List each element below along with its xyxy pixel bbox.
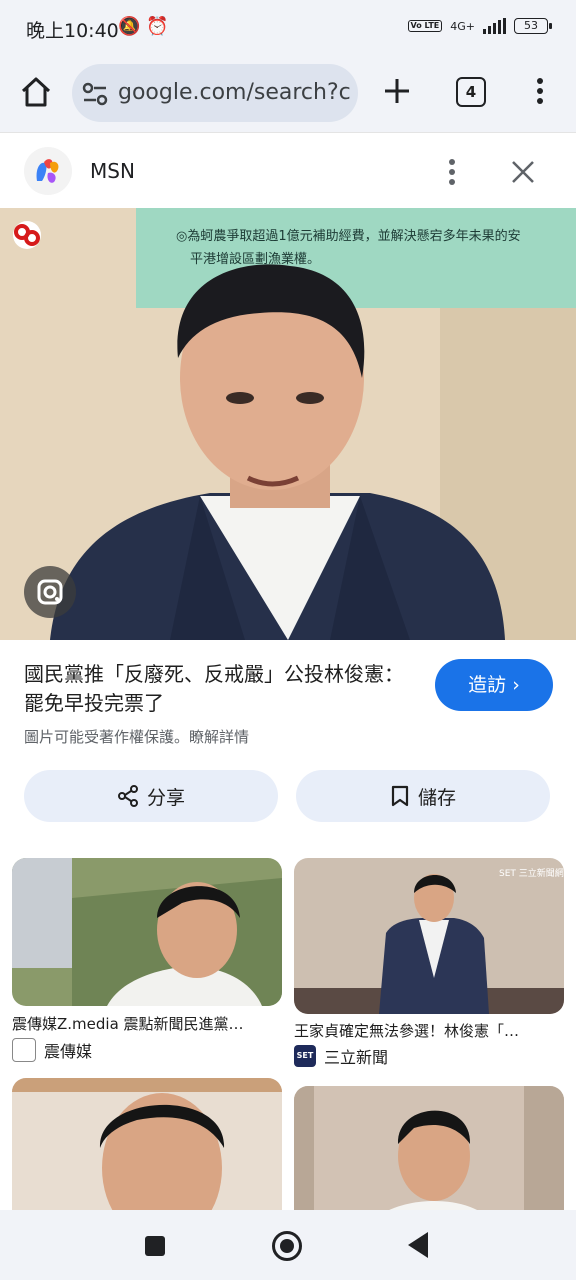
related-image-4[interactable] [294, 1086, 564, 1228]
learn-more-link[interactable]: 瞭解詳情 [189, 728, 249, 746]
related-photo-4 [294, 1086, 564, 1228]
related-photo-1 [12, 858, 282, 1006]
visit-button[interactable]: 造訪 › [435, 659, 553, 711]
tab-switcher-button[interactable]: 4 [456, 77, 486, 107]
system-nav-bar [0, 1210, 576, 1280]
related-source-2[interactable]: SET 三立新聞 [294, 1044, 388, 1068]
image-title[interactable]: 國民黨推「反廢死、反戒嚴」公投林俊憲：罷免早投完票了 [24, 660, 420, 718]
image-panel-header: MSN [0, 132, 576, 209]
related-caption-2[interactable]: 王家貞確定無法參選！林俊憲「… [294, 1020, 564, 1041]
url-text[interactable]: google.com/search?c [118, 80, 350, 105]
home-nav-icon[interactable] [272, 1231, 302, 1261]
zmedia-logo-icon [12, 1038, 36, 1062]
main-photo: ◎為蚵農爭取超過1億元補助經費，並解決懸宕多年未果的安 平港增設區劃漁業權。 [0, 208, 576, 640]
close-icon[interactable] [510, 159, 536, 185]
back-icon[interactable] [408, 1232, 428, 1258]
save-button[interactable]: 儲存 [296, 770, 550, 822]
share-button[interactable]: 分享 [24, 770, 278, 822]
volte-icon: Vo LTE [407, 20, 443, 32]
copyright-text: 圖片可能受著作權保護。 [24, 728, 190, 746]
related-photo-2: SET 三立新聞網 [294, 858, 564, 1014]
copyright-notice: 圖片可能受著作權保護。瞭解詳情 [24, 726, 249, 747]
share-label: 分享 [146, 786, 185, 809]
source-name[interactable]: MSN [90, 159, 135, 183]
related-source-name-2: 三立新聞 [324, 1048, 389, 1067]
share-icon [117, 785, 138, 807]
new-tab-icon[interactable] [382, 76, 412, 106]
msn-logo-icon [24, 147, 72, 195]
battery-icon: 53 [514, 18, 552, 34]
related-source-1[interactable]: 震傳媒 [12, 1038, 92, 1062]
browser-toolbar: google.com/search?c 4 [0, 58, 576, 132]
status-time: 晚上10:40 [26, 20, 119, 42]
status-indicators: Vo LTE 4G+ 53 [407, 18, 552, 34]
save-label: 儲存 [417, 786, 456, 809]
home-icon[interactable] [18, 74, 54, 110]
lens-icon [37, 579, 63, 605]
set-watermark: SET 三立新聞網 [499, 867, 564, 879]
google-lens-button[interactable] [24, 566, 76, 618]
whiteboard-text-1: ◎為蚵農爭取超過1億元補助經費，並解決懸宕多年未果的安 [176, 228, 521, 244]
more-options-icon[interactable] [442, 157, 462, 187]
recents-icon[interactable] [145, 1236, 165, 1256]
main-image[interactable]: ◎為蚵農爭取超過1億元補助經費，並解決懸宕多年未果的安 平港增設區劃漁業權。 [0, 208, 576, 640]
site-settings-icon[interactable] [82, 82, 108, 106]
mute-alarm-icons: 🔕 ⏰ [118, 16, 169, 37]
related-image-2[interactable]: SET 三立新聞網 [294, 858, 564, 1014]
address-bar[interactable]: google.com/search?c [72, 64, 358, 122]
whiteboard-text-2: 平港增設區劃漁業權。 [190, 251, 320, 267]
bookmark-icon [391, 785, 409, 807]
status-bar: 晚上10:40 🔕 ⏰ Vo LTE 4G+ 53 [0, 0, 576, 58]
set-logo-icon: SET [294, 1045, 316, 1067]
related-photo-3 [12, 1078, 282, 1228]
signal-icon [483, 18, 506, 34]
related-image-1[interactable] [12, 858, 282, 1006]
related-caption-1[interactable]: 震傳媒Z.media 震點新聞民進黨… [12, 1013, 282, 1034]
related-source-name-1: 震傳媒 [44, 1042, 93, 1061]
overflow-menu-icon[interactable] [530, 76, 550, 106]
network-type: 4G+ [450, 19, 475, 33]
related-image-3[interactable] [12, 1078, 282, 1228]
